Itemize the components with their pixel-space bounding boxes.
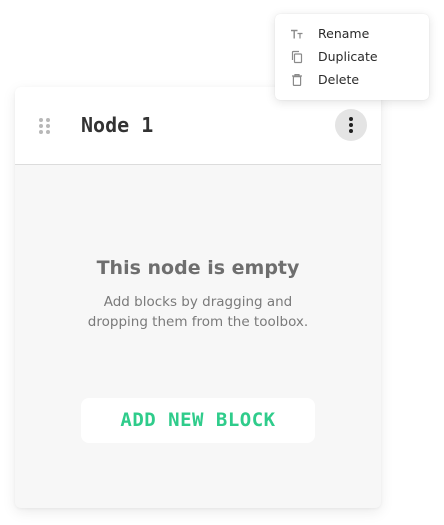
context-menu: Rename Duplicate Delete — [275, 14, 429, 100]
drag-handle-icon[interactable] — [39, 118, 51, 134]
more-vertical-icon — [349, 117, 353, 121]
copy-icon — [291, 50, 303, 64]
empty-state-title: This node is empty — [96, 257, 300, 279]
trash-icon — [292, 74, 302, 87]
menu-item-label: Rename — [318, 26, 370, 41]
node-card: Node 1 This node is empty Add blocks by … — [15, 87, 381, 508]
empty-state-description: Add blocks by dragging and dropping them… — [87, 294, 309, 330]
menu-item-duplicate[interactable]: Duplicate — [275, 46, 429, 68]
text-format-icon — [291, 29, 303, 39]
add-new-block-button[interactable]: ADD NEW BLOCK — [81, 398, 315, 443]
more-options-button[interactable] — [335, 109, 367, 141]
node-title: Node 1 — [81, 113, 154, 137]
menu-item-delete[interactable]: Delete — [275, 69, 429, 91]
menu-item-rename[interactable]: Rename — [275, 23, 429, 45]
menu-item-label: Duplicate — [318, 49, 378, 64]
menu-item-label: Delete — [318, 72, 360, 87]
